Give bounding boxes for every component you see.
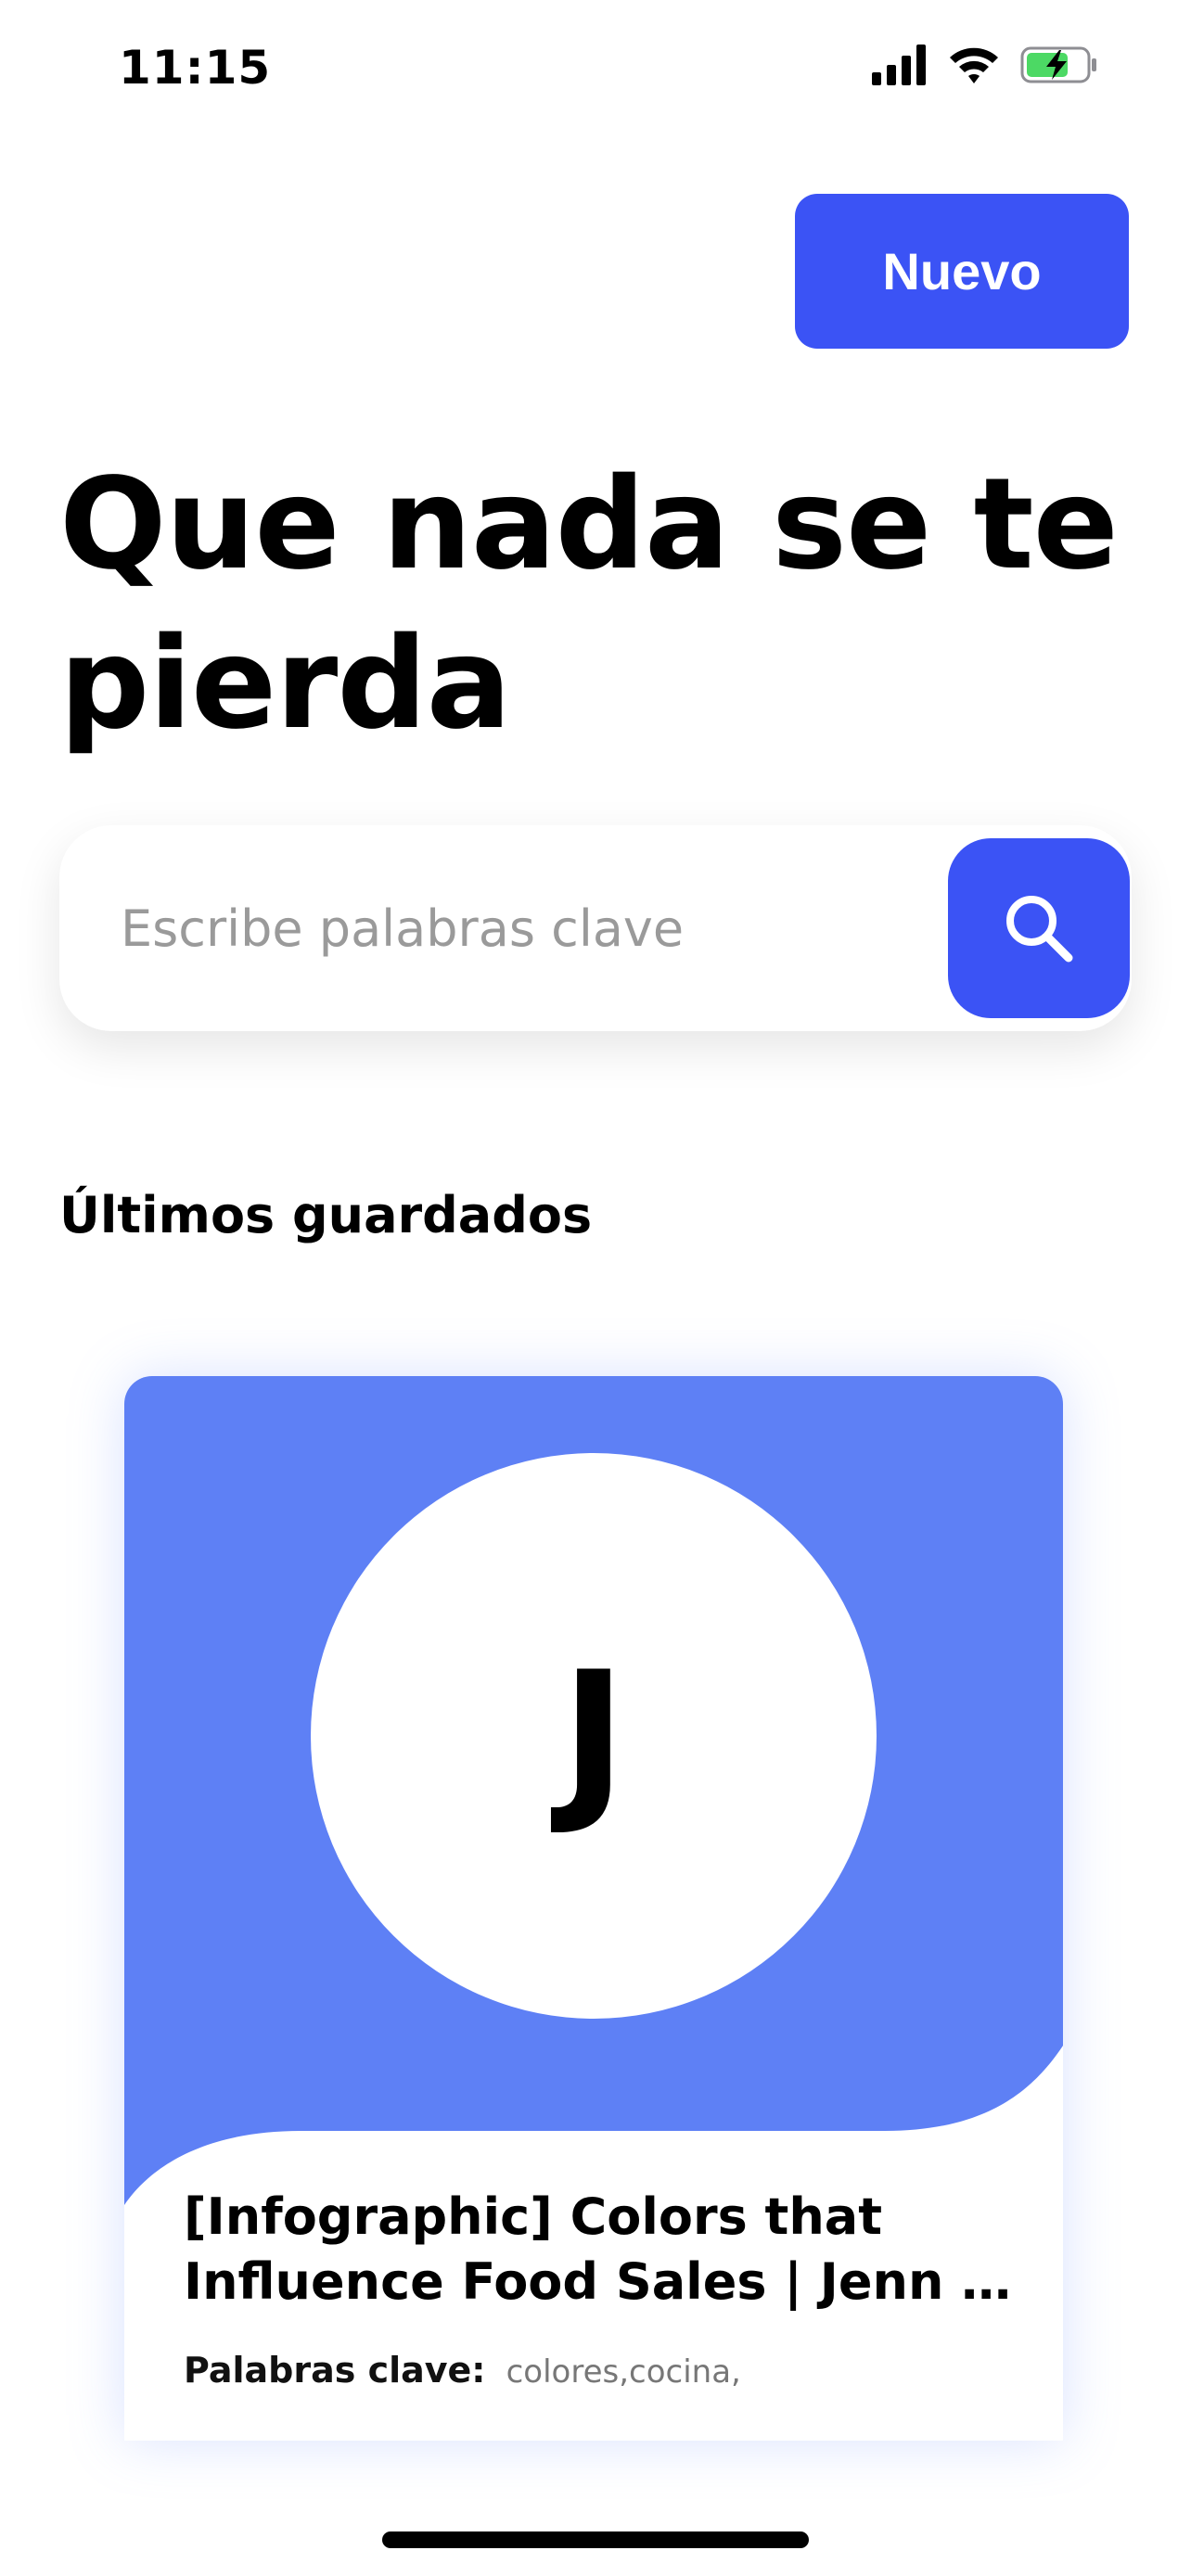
cellular-signal-icon [872, 45, 926, 85]
card-title-line-1: [Infographic] Colors that [184, 2187, 883, 2246]
battery-charging-icon [1020, 46, 1096, 83]
keywords-label: Palabras clave: [184, 2350, 486, 2391]
section-title-recent: Últimos guardados [59, 1186, 593, 1244]
keywords-value: colores,cocina, [506, 2353, 741, 2391]
page-title-line-2: pierda [59, 611, 511, 758]
wifi-icon [950, 47, 998, 83]
card-title-line-2: Influence Food Sales | Jenn … [184, 2252, 1012, 2311]
status-icons [872, 45, 1113, 89]
page-title-line-1: Que nada se te [59, 452, 1119, 598]
card-keywords: Palabras clave: colores,cocina, [184, 2344, 741, 2398]
card-avatar-initial: J [560, 1633, 627, 1839]
page-title: Que nada se te pierda [59, 445, 1135, 764]
saved-item-card[interactable]: J [Infographic] Colors that Influence Fo… [124, 1376, 1063, 2441]
search-input[interactable] [121, 825, 955, 1031]
new-button[interactable]: Nuevo [795, 194, 1129, 349]
home-indicator[interactable] [382, 2531, 809, 2548]
status-time: 11:15 [119, 41, 272, 95]
app-screen: 11:15 Nuevo Que nada se te pierda Escrib… [0, 0, 1191, 2576]
card-avatar: J [311, 1453, 877, 2019]
search-icon [1006, 896, 1073, 963]
search-bar [59, 825, 1132, 1031]
card-title: [Infographic] Colors that Influence Food… [184, 2185, 1018, 2315]
search-button[interactable] [948, 838, 1130, 1018]
